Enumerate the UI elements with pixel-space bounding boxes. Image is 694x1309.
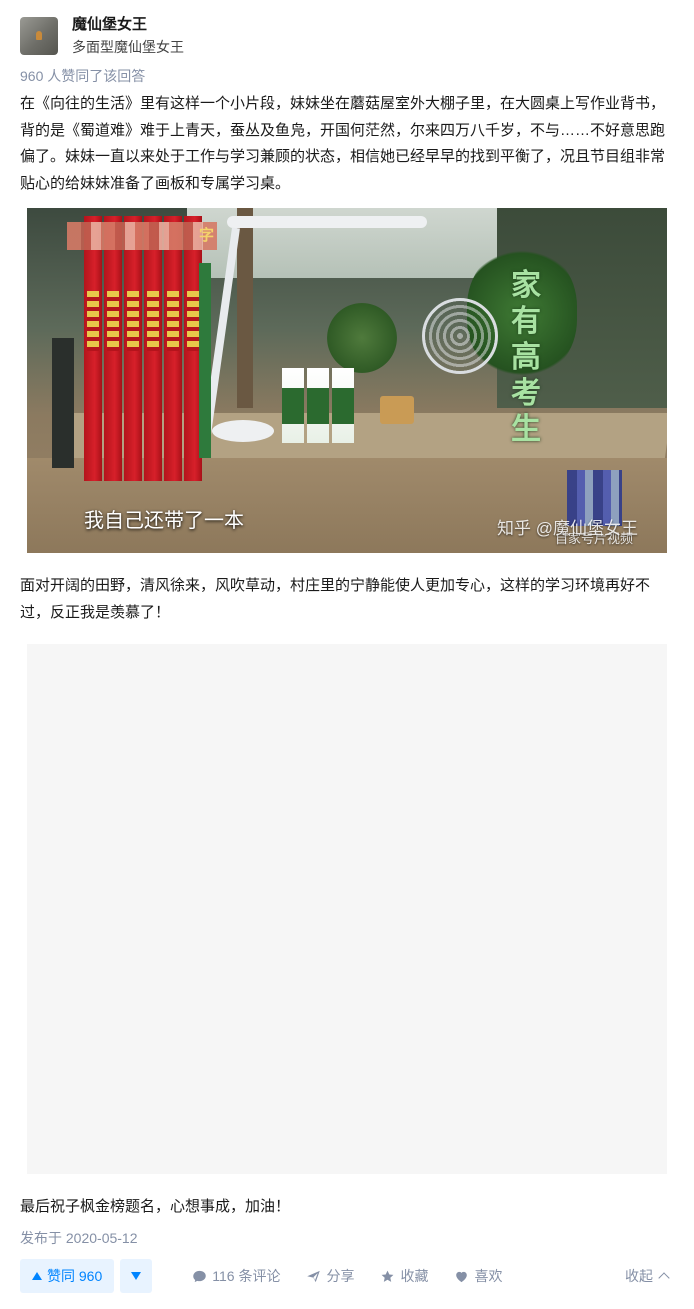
favorite-label: 收藏 [400,1268,429,1284]
answer-paragraph-1: 在《向往的生活》里有这样一个小片段，妹妹坐在蘑菇屋室外大棚子里，在大圆桌上写作业… [20,95,666,192]
chevron-up-icon [658,1272,670,1284]
image-snack-box [380,396,414,424]
avatar[interactable] [20,17,58,55]
heart-icon [456,1271,468,1282]
image-lamp-base [212,420,274,442]
image-milk-carton [307,368,329,443]
image-plant-small [327,303,397,373]
comments-button[interactable]: 116 条评论 [192,1266,280,1286]
share-button[interactable]: 分享 [306,1266,354,1286]
image-phone [52,338,74,468]
triangle-up-icon [32,1272,42,1280]
answer-action-bar: 赞同 960 116 条评论 分享 收藏 喜欢 收起 [20,1259,674,1293]
image-book [144,216,162,481]
star-icon [382,1270,394,1282]
vote-count-summary[interactable]: 960 人赞同了该回答 [20,66,145,86]
image-book [164,216,182,481]
like-label: 喜欢 [474,1268,503,1284]
vote-down-button[interactable] [120,1259,153,1293]
paper-plane-icon [307,1270,321,1282]
image-blurred-logo [67,222,217,250]
collapse-button[interactable]: 收起 [625,1266,670,1286]
answer-image-placeholder[interactable] [27,644,667,1174]
image-logo-fragment: 字 [199,227,215,244]
share-label: 分享 [326,1268,355,1284]
author-text: 魔仙堡女王 多面型魔仙堡女王 [72,15,184,57]
triangle-down-icon [131,1272,142,1280]
image-watermark: 知乎 @魔仙堡女王 [497,519,638,538]
comment-bubble-icon [193,1270,206,1282]
collapse-label: 收起 [625,1268,653,1284]
answer-image-tv-still[interactable]: 字 家有高考生 我自己还带了一本 自家号片视频 知乎 @魔仙堡女王 [27,208,667,553]
image-wooden-post [237,208,253,408]
image-milk-carton [282,368,304,443]
answer-paragraph-2: 面对开阔的田野，清风徐来，风吹草动，村庄里的宁静能使人更加专心，这样的学习环境再… [20,577,651,621]
avatar-figure [36,31,42,40]
comments-label: 116 条评论 [212,1268,281,1284]
author-info: 魔仙堡女王 多面型魔仙堡女王 [20,16,184,56]
vote-up-label: 赞同 960 [47,1268,103,1284]
image-side-caption: 家有高考生 [511,269,541,446]
favorite-button[interactable]: 收藏 [380,1266,428,1286]
image-books [84,216,204,481]
publish-date[interactable]: 发布于 2020-05-12 [20,1228,138,1248]
image-book [124,216,142,481]
image-lamp-head [227,216,427,228]
answer-paragraph-3: 最后祝子枫金榜题名，心想事成，加油！ [20,1198,291,1215]
vote-up-button[interactable]: 赞同 960 [20,1259,115,1293]
like-button[interactable]: 喜欢 [454,1266,502,1286]
image-subtitle: 我自己还带了一本 [84,510,244,532]
image-milk-carton [332,368,354,443]
image-book [84,216,102,481]
author-name[interactable]: 魔仙堡女王 [72,15,184,35]
image-fan [422,298,498,374]
image-book [104,216,122,481]
image-green-book [199,263,211,458]
author-headline: 多面型魔仙堡女王 [72,39,184,55]
